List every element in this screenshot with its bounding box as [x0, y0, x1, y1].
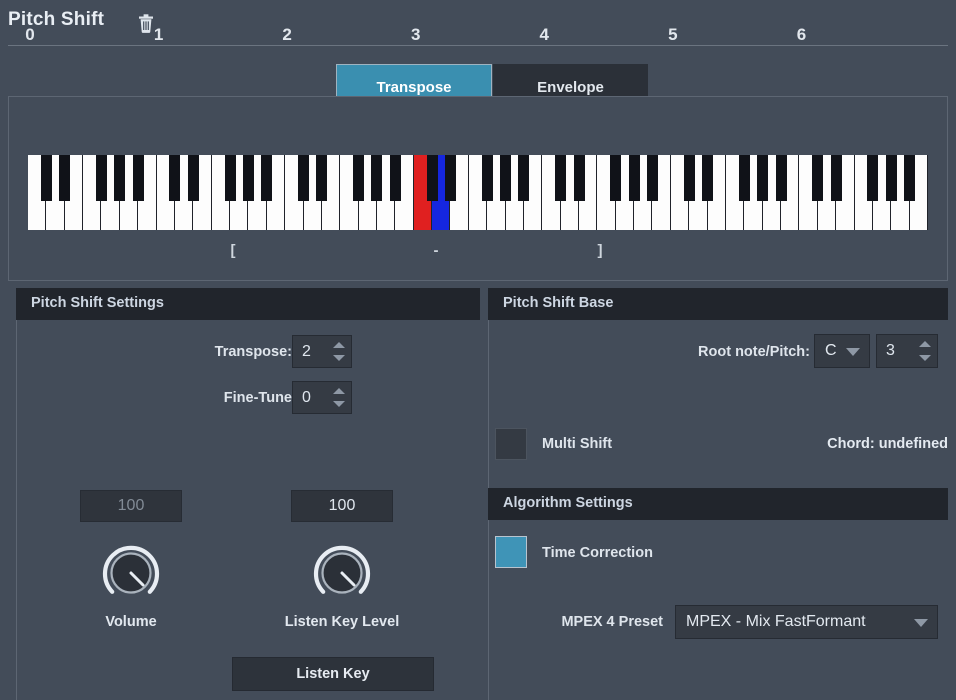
piano-black-key[interactable]	[573, 155, 585, 201]
octave-label-2: 2	[282, 25, 292, 44]
range-marker-2[interactable]: ]	[598, 242, 603, 259]
listen-key-level-label: Listen Key Level	[284, 614, 400, 630]
octave-label-0: 0	[25, 25, 35, 44]
listen-key-level-value-field[interactable]: 100	[291, 490, 393, 522]
fine-tune-stepper[interactable]: 0	[292, 381, 352, 414]
piano-black-key[interactable]	[224, 155, 236, 201]
piano-black-key[interactable]	[40, 155, 52, 201]
range-marker-1[interactable]: -	[434, 242, 439, 259]
fine-tune-spin-arrows[interactable]	[331, 382, 347, 413]
piano-black-key[interactable]	[830, 155, 842, 201]
octave-ruler: 0 1 2 3 4 5 6	[0, 25, 956, 53]
volume-label: Volume	[105, 614, 157, 630]
time-correction-label: Time Correction	[542, 545, 653, 561]
piano-black-key[interactable]	[775, 155, 787, 201]
piano-black-key[interactable]	[316, 155, 328, 201]
transpose-stepper[interactable]: 2	[292, 335, 352, 368]
piano-black-key[interactable]	[389, 155, 401, 201]
piano-black-key[interactable]	[610, 155, 622, 201]
octave-label-4: 4	[539, 25, 550, 44]
algorithm-settings-header: Algorithm Settings	[488, 488, 948, 520]
octave-label-3: 3	[410, 25, 421, 44]
piano-black-key[interactable]	[812, 155, 824, 201]
piano-black-key[interactable]	[628, 155, 640, 201]
multi-shift-checkbox[interactable]	[495, 428, 527, 460]
volume-value: 100	[117, 497, 145, 514]
fine-tune-decrement-icon[interactable]	[333, 401, 345, 407]
root-octave-decrement-icon[interactable]	[919, 355, 931, 361]
fine-tune-value: 0	[302, 388, 311, 406]
listen-key-button[interactable]: Listen Key	[232, 657, 434, 691]
root-note-dropdown[interactable]: C	[814, 334, 870, 368]
transpose-spin-arrows[interactable]	[331, 336, 347, 367]
listen-key-level-value: 100	[328, 497, 356, 514]
transpose-label: Transpose:	[214, 344, 292, 360]
mpex-preset-dropdown[interactable]: MPEX - Mix FastFormant	[675, 605, 938, 639]
piano-black-key[interactable]	[59, 155, 71, 201]
piano-keyboard[interactable]	[28, 155, 928, 230]
range-marker-0[interactable]: [	[231, 242, 236, 259]
pitch-shift-settings-header: Pitch Shift Settings	[16, 288, 480, 320]
transpose-value: 2	[302, 342, 311, 360]
piano-black-key[interactable]	[353, 155, 365, 201]
piano-black-key[interactable]	[904, 155, 916, 201]
pitch-shift-base-header: Pitch Shift Base	[488, 288, 948, 320]
root-note-label: Root note/Pitch:	[698, 344, 810, 360]
piano-black-key[interactable]	[169, 155, 181, 201]
pitch-shift-settings-title: Pitch Shift Settings	[31, 295, 164, 311]
root-octave-stepper[interactable]: 3	[876, 334, 938, 368]
piano-black-key[interactable]	[555, 155, 567, 201]
volume-knob[interactable]	[99, 541, 163, 605]
octave-label-6: 6	[796, 25, 807, 44]
mpex-preset-label: MPEX 4 Preset	[561, 614, 663, 630]
piano-black-key[interactable]	[702, 155, 714, 201]
piano-black-key[interactable]	[500, 155, 512, 201]
range-markers: [ -]	[0, 242, 956, 266]
piano-black-key[interactable]	[867, 155, 879, 201]
listen-key-level-knob[interactable]	[310, 541, 374, 605]
root-octave-value: 3	[886, 342, 895, 359]
root-note-value: C	[825, 342, 837, 359]
piano-black-key[interactable]	[242, 155, 254, 201]
piano-black-key[interactable]	[95, 155, 107, 201]
piano-black-key[interactable]	[738, 155, 750, 201]
piano-black-key[interactable]	[481, 155, 493, 201]
piano-black-key[interactable]	[132, 155, 144, 201]
piano-black-key[interactable]	[683, 155, 695, 201]
piano-black-key[interactable]	[426, 155, 438, 201]
fine-tune-increment-icon[interactable]	[333, 388, 345, 394]
octave-label-1: 1	[153, 25, 164, 44]
piano-black-key[interactable]	[518, 155, 530, 201]
piano-black-key[interactable]	[114, 155, 126, 201]
octave-label-5: 5	[668, 25, 678, 44]
transpose-increment-icon[interactable]	[333, 342, 345, 348]
algorithm-settings-title: Algorithm Settings	[503, 495, 633, 511]
time-correction-checkbox[interactable]	[495, 536, 527, 568]
chevron-down-icon[interactable]	[846, 348, 860, 356]
piano-black-key[interactable]	[444, 155, 456, 201]
piano-black-key[interactable]	[371, 155, 383, 201]
piano-black-key[interactable]	[261, 155, 273, 201]
volume-value-field[interactable]: 100	[80, 490, 182, 522]
root-octave-spin-arrows[interactable]	[917, 335, 933, 367]
pitch-shift-base-title: Pitch Shift Base	[503, 295, 614, 311]
chord-status: Chord: undefined	[827, 436, 948, 452]
transpose-decrement-icon[interactable]	[333, 355, 345, 361]
fine-tune-label: Fine-Tune	[223, 390, 292, 406]
piano-black-key[interactable]	[646, 155, 658, 201]
piano-black-key[interactable]	[757, 155, 769, 201]
piano-black-key[interactable]	[298, 155, 310, 201]
piano-black-key[interactable]	[187, 155, 199, 201]
chevron-down-icon[interactable]	[914, 619, 928, 627]
multi-shift-label: Multi Shift	[542, 436, 613, 452]
piano-black-key[interactable]	[885, 155, 897, 201]
root-octave-increment-icon[interactable]	[919, 341, 931, 347]
mpex-preset-value: MPEX - Mix FastFormant	[686, 613, 866, 630]
